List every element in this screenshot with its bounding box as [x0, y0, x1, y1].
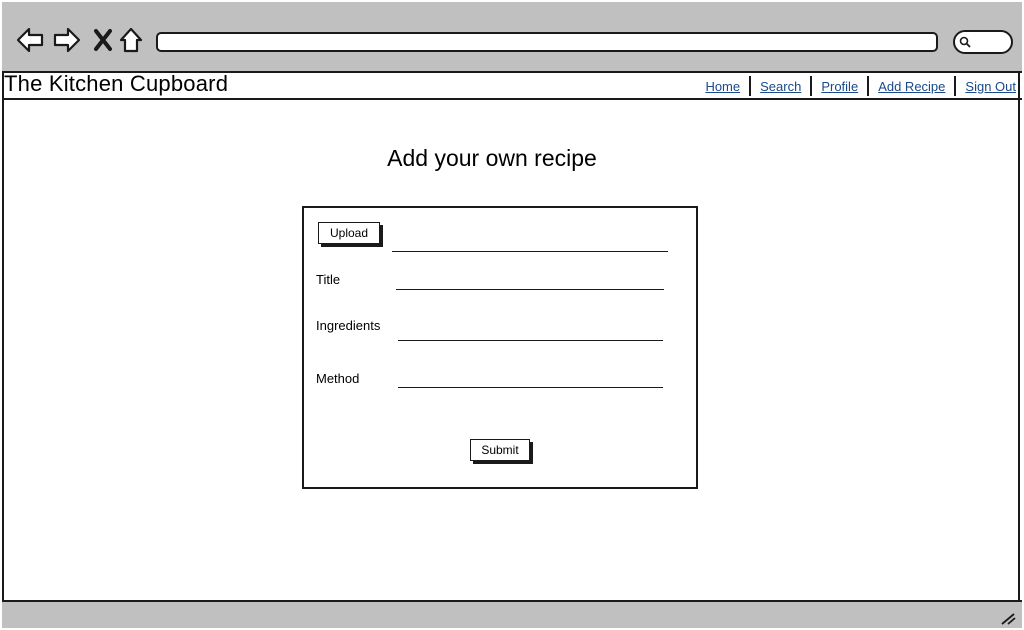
- resize-grip-icon[interactable]: [1000, 610, 1016, 625]
- title-label: Title: [316, 272, 341, 287]
- submit-button[interactable]: Submit: [470, 439, 530, 461]
- nav-link-add-recipe[interactable]: Add Recipe: [869, 79, 954, 94]
- main-nav: Home Search Profile Add Recipe Sign Out: [696, 76, 1016, 96]
- url-bar[interactable]: [156, 32, 938, 52]
- nav-link-search[interactable]: Search: [751, 79, 810, 94]
- page-title: Add your own recipe: [387, 145, 597, 171]
- title-input[interactable]: [396, 289, 664, 290]
- nav-link-home[interactable]: Home: [696, 79, 749, 94]
- upload-file-field[interactable]: [392, 251, 668, 252]
- forward-icon[interactable]: [51, 24, 83, 56]
- ingredients-input[interactable]: [398, 340, 663, 341]
- method-label: Method: [316, 371, 360, 386]
- search-icon: [959, 36, 971, 48]
- site-title: The Kitchen Cupboard: [4, 71, 229, 96]
- upload-button[interactable]: Upload: [318, 222, 380, 244]
- add-recipe-form: Upload Title Ingredients Method Submit: [302, 206, 698, 489]
- browser-toolbar: [2, 2, 1022, 73]
- status-bar: [2, 600, 1022, 628]
- nav-link-sign-out[interactable]: Sign Out: [956, 79, 1016, 94]
- browser-search-field[interactable]: [953, 30, 1013, 54]
- method-input[interactable]: [398, 387, 663, 388]
- ingredients-label: Ingredients: [316, 318, 381, 333]
- home-icon[interactable]: [115, 24, 147, 56]
- back-icon[interactable]: [14, 24, 46, 56]
- nav-link-profile[interactable]: Profile: [812, 79, 867, 94]
